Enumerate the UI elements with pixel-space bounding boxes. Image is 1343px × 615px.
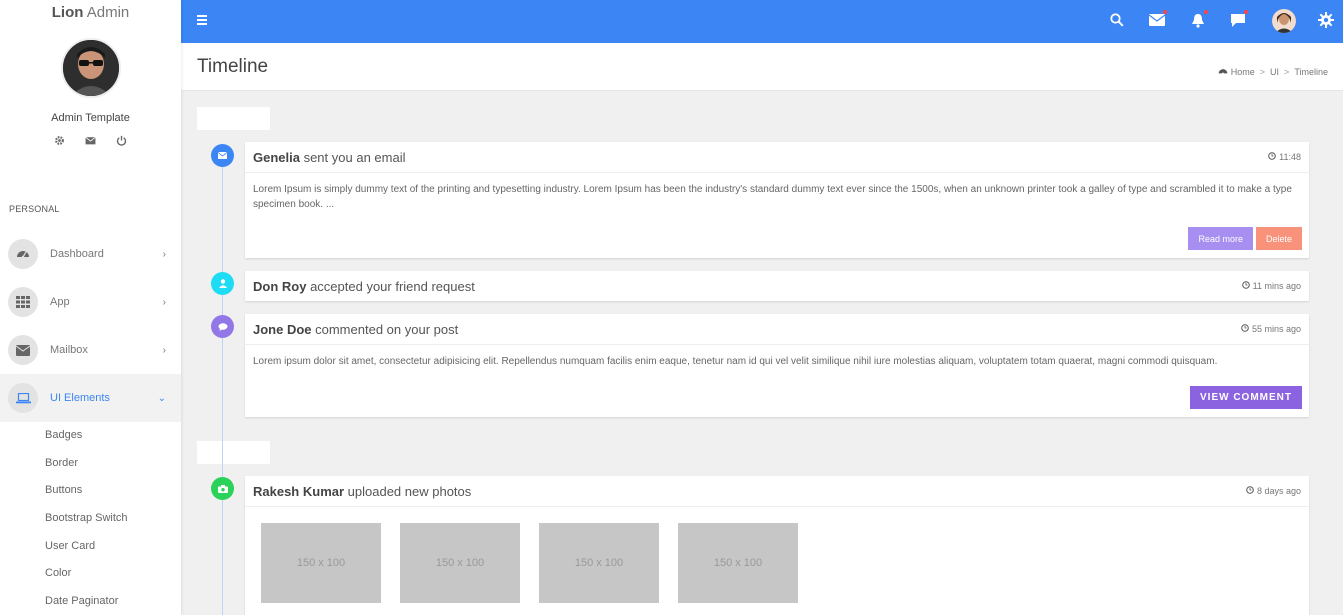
submenu-item-color[interactable]: Color — [0, 560, 181, 588]
submenu-item-bootstrap-switch[interactable]: Bootstrap Switch — [0, 505, 181, 533]
page-title: Timeline — [197, 56, 269, 77]
submenu-item-border[interactable]: Border — [0, 450, 181, 478]
sidebar-item-mailbox[interactable]: Mailbox › — [0, 326, 181, 374]
camera-icon — [211, 477, 234, 500]
submenu-item-date-paginator[interactable]: Date Paginator — [0, 588, 181, 615]
photo-thumbnail[interactable]: 150 x 100 — [261, 523, 381, 603]
topbar — [181, 0, 1343, 43]
bell-icon[interactable] — [1189, 10, 1208, 29]
user-avatar[interactable] — [1272, 9, 1296, 33]
profile-name: Admin Template — [51, 112, 130, 124]
photo-thumbnail[interactable]: 150 x 100 — [400, 523, 520, 603]
photo-thumbnail[interactable]: 150 x 100 — [539, 523, 659, 603]
breadcrumb-ui[interactable]: UI — [1270, 67, 1279, 77]
breadcrumb-home[interactable]: Home — [1231, 67, 1255, 77]
page-header: Timeline Home > UI > Timeline — [181, 43, 1343, 91]
user-icon — [211, 272, 234, 295]
timeline-item-time: 11:48 — [1268, 152, 1301, 162]
gear-icon[interactable] — [1317, 11, 1335, 29]
comment-icon — [211, 315, 234, 338]
timeline-item-title: Rakesh Kumar uploaded new photos — [253, 483, 472, 499]
delete-button[interactable]: Delete — [1255, 227, 1302, 250]
search-icon[interactable] — [1108, 11, 1126, 29]
sidebar: Lion Admin Admin Template PERSONAL Dashb… — [0, 0, 181, 615]
sidebar-section-title: PERSONAL — [9, 204, 60, 214]
envelope-icon — [8, 335, 38, 365]
chevron-right-icon: › — [162, 248, 166, 260]
breadcrumb-current: Timeline — [1294, 66, 1328, 77]
timeline-item-time: 8 days ago — [1246, 486, 1301, 496]
clock-icon — [1246, 486, 1254, 496]
chevron-down-icon: ⌄ — [157, 392, 166, 404]
timeline-item-time: 55 mins ago — [1241, 324, 1301, 334]
clock-icon — [1268, 152, 1276, 162]
envelope-icon[interactable] — [85, 133, 96, 145]
read-more-button[interactable]: Read more — [1188, 227, 1253, 250]
menu-toggle-icon[interactable] — [197, 15, 207, 25]
submenu-item-badges[interactable]: Badges — [0, 422, 181, 450]
view-comment-button[interactable]: VIEW COMMENT — [1190, 386, 1302, 409]
gear-icon[interactable] — [54, 133, 65, 145]
clock-icon — [1241, 324, 1249, 334]
photo-thumbnail[interactable]: 150 x 100 — [678, 523, 798, 603]
timeline-item-title: Jone Doe commented on your post — [253, 321, 459, 337]
chevron-right-icon: › — [162, 344, 166, 356]
timeline-item-email: Genelia sent you an email 11:48 Lorem Ip… — [245, 142, 1309, 258]
brand-logo[interactable]: Lion Admin — [0, 0, 181, 26]
timeline-item-body: Lorem ipsum dolor sit amet, consectetur … — [245, 344, 1309, 378]
timeline-item-title: Genelia sent you an email — [253, 149, 406, 165]
sidebar-item-dashboard[interactable]: Dashboard › — [0, 230, 181, 278]
timeline-item-friend: Don Roy accepted your friend request 11 … — [245, 271, 1309, 301]
breadcrumb: Home > UI > Timeline — [1218, 66, 1328, 77]
sidebar-item-ui-elements[interactable]: UI Elements ⌄ — [0, 374, 181, 422]
profile-avatar[interactable] — [60, 38, 121, 98]
timeline-date-label — [197, 441, 270, 464]
chevron-right-icon: › — [162, 296, 166, 308]
dashboard-icon — [1218, 66, 1228, 77]
chat-icon[interactable] — [1229, 10, 1248, 29]
submenu-item-user-card[interactable]: User Card — [0, 533, 181, 561]
ui-elements-submenu: Badges Border Buttons Bootstrap Switch U… — [0, 422, 181, 615]
sidebar-menu: Dashboard › App › Mailbox › UI Elements … — [0, 230, 181, 615]
timeline-item-time: 11 mins ago — [1241, 281, 1301, 291]
timeline-item-body: Lorem Ipsum is simply dummy text of the … — [245, 172, 1309, 221]
sidebar-item-app[interactable]: App › — [0, 278, 181, 326]
laptop-icon — [8, 383, 38, 413]
dashboard-icon — [8, 239, 38, 269]
envelope-icon — [211, 144, 234, 167]
grid-icon — [8, 287, 38, 317]
timeline-date-label — [197, 107, 270, 130]
timeline-item-photos: Rakesh Kumar uploaded new photos 8 days … — [245, 476, 1309, 615]
timeline-item-title: Don Roy accepted your friend request — [253, 278, 475, 294]
clock-icon — [1241, 281, 1250, 291]
timeline-line — [222, 155, 223, 615]
profile-actions — [0, 133, 181, 146]
power-icon[interactable] — [116, 133, 127, 146]
timeline-item-comment: Jone Doe commented on your post 55 mins … — [245, 314, 1309, 417]
submenu-item-buttons[interactable]: Buttons — [0, 477, 181, 505]
photo-gallery: 150 x 100 150 x 100 150 x 100 150 x 100 — [245, 506, 1309, 615]
envelope-icon[interactable] — [1148, 10, 1167, 29]
